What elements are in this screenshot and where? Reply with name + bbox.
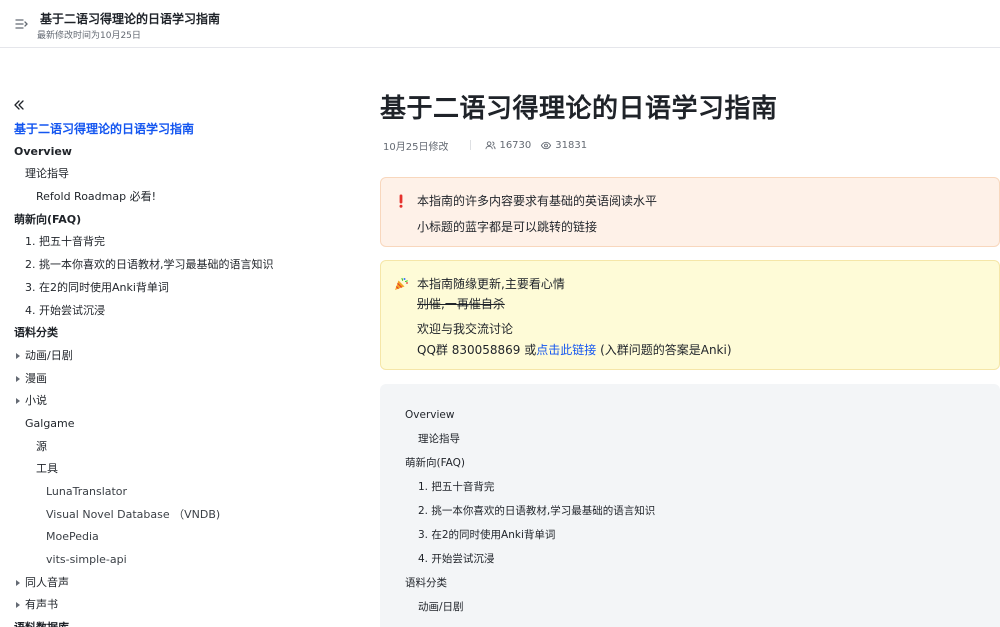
sidebar-item-label: 源 [36,439,47,453]
sidebar-item[interactable]: Galgame [0,413,340,436]
sidebar-item-label: LunaTranslator [46,485,128,498]
qq-group-text: QQ群 830058869 或 [417,343,537,357]
join-question-text: (入群问题的答案是Anki) [596,343,732,357]
sidebar-item-label: 1. 把五十音背完 [25,235,105,249]
sidebar-item[interactable]: LunaTranslator [0,481,340,504]
sidebar-item[interactable]: 2. 挑一本你喜欢的日语教材,学习最基础的语言知识 [0,254,340,277]
content-toc-item[interactable]: 萌新向(FAQ) [405,456,465,470]
sidebar-item-label: vits-simple-api [46,553,127,567]
content-toc-item[interactable]: 4. 开始尝试沉浸 [418,552,494,566]
sidebar-item[interactable]: 小说 [0,390,340,413]
header-modified-time: 最新修改时间为10月25日 [37,31,141,41]
sidebar-item-label: MoePedia [46,530,99,544]
content-toc-block: Overview 理论指导萌新向(FAQ) 1. 把五十音背完 2. 挑一本你喜欢的日… [380,384,1000,627]
sidebar-item[interactable]: Visual Novel Database （VNDB) [0,504,340,527]
content-toc-item[interactable]: 2. 挑一本你喜欢的日语教材,学习最基础的语言知识 [418,504,655,518]
sidebar-item[interactable]: 基于二语习得理论的日语学习指南 [0,118,340,141]
meta-modified: 10月25日修改 [383,141,449,153]
warning-callout: 本指南的许多内容要求有基础的英语阅读水平 小标题的蓝字都是可以跳转的链接 [380,177,1000,247]
sidebar-item[interactable]: 语料分类 [0,322,340,345]
content-toc-item[interactable]: 1. 把五十音背完 [418,480,494,494]
sidebar-item-label: 理论指导 [25,167,69,181]
expand-arrow-icon[interactable] [16,398,20,405]
eye-icon [541,141,552,149]
sidebar-item-label: 有声书 [25,598,58,612]
doc-meta: 10月25日修改 16730 31831 [383,138,596,153]
main-content: 基于二语习得理论的日语学习指南 10月25日修改 16730 31831 本指南… [380,48,1000,627]
party-popper-icon [393,276,409,292]
collapse-sidebar-icon[interactable] [12,97,26,111]
update-line-1: 本指南随缘更新,主要看心情 [417,277,565,291]
sidebar-item-label: Galgame [25,416,75,430]
sidebar-item-label: 同人音声 [25,575,69,589]
readers-count: 16730 [499,139,532,151]
top-header: 基于二语习得理论的日语学习指南 最新修改时间为10月25日 [0,0,1000,48]
exclamation-icon [393,193,409,209]
join-group-link[interactable]: 点击此链接 [536,343,596,357]
warning-line-2: 小标题的蓝字都是可以跳转的链接 [417,220,598,234]
warning-line-1: 本指南的许多内容要求有基础的英语阅读水平 [417,194,658,208]
expand-arrow-icon[interactable] [16,602,20,609]
content-toc-item[interactable]: Overview [405,408,454,422]
sidebar-item-label: 工具 [36,462,58,476]
sidebar-item-label: 2. 挑一本你喜欢的日语教材,学习最基础的语言知识 [25,258,274,272]
update-line-4: QQ群 830058869 或点击此链接 (入群问题的答案是Anki) [417,342,732,358]
sidebar-item-label: 3. 在2的同时使用Anki背单词 [25,280,169,294]
sidebar-item[interactable]: vits-simple-api [0,549,340,572]
update-callout: 本指南随缘更新,主要看心情 别催,一再催自杀 欢迎与我交流讨论 QQ群 8300… [380,260,1000,370]
sidebar-item-label: Overview [14,144,72,158]
sidebar-item-label: 漫画 [25,371,47,385]
views-count: 31831 [555,139,588,151]
menu-expand-icon[interactable] [14,16,30,30]
update-line-3: 欢迎与我交流讨论 [417,322,514,336]
sidebar-outline: 基于二语习得理论的日语学习指南 Overview 理论指导 Refold Roadma… [0,48,340,627]
sidebar-toc-list: 基于二语习得理论的日语学习指南 Overview 理论指导 Refold Roadma… [0,118,340,627]
sidebar-item[interactable]: Overview [0,141,340,164]
page-title: 基于二语习得理论的日语学习指南 [380,94,778,124]
sidebar-item[interactable]: MoePedia [0,526,340,549]
readers-stat[interactable]: 16730 [485,140,531,151]
expand-arrow-icon[interactable] [16,579,20,586]
sidebar-item-label: 4. 开始尝试沉浸 [25,303,105,317]
sidebar-item-label: Visual Novel Database （VNDB) [46,507,221,521]
sidebar-item-label: 萌新向(FAQ) [14,212,82,226]
sidebar-item[interactable]: 同人音声 [0,572,340,595]
sidebar-item-label: 基于二语习得理论的日语学习指南 [14,122,195,136]
sidebar-item-label: 动画/日剧 [25,348,73,362]
sidebar-item[interactable]: Refold Roadmap 必看! [0,186,340,209]
meta-divider [470,140,472,150]
content-toc-item[interactable]: 语料分类 [405,576,447,590]
sidebar-item[interactable]: 语料数据库 [0,617,340,627]
sidebar-item[interactable]: 理论指导 [0,163,340,186]
sidebar-item[interactable]: 4. 开始尝试沉浸 [0,300,340,323]
sidebar-item[interactable]: 漫画 [0,368,340,391]
sidebar-item[interactable]: 工具 [0,458,340,481]
header-doc-title: 基于二语习得理论的日语学习指南 [40,12,221,26]
expand-arrow-icon[interactable] [16,352,20,359]
sidebar-item-label: 语料数据库 [14,617,69,627]
content-toc-item[interactable]: 理论指导 [418,432,460,446]
sidebar-item[interactable]: 萌新向(FAQ) [0,209,340,232]
sidebar-item[interactable]: 动画/日剧 [0,345,340,368]
sidebar-item[interactable]: 3. 在2的同时使用Anki背单词 [0,277,340,300]
views-stat[interactable]: 31831 [540,140,587,151]
sidebar-item[interactable]: 1. 把五十音背完 [0,231,340,254]
content-toc-item[interactable]: 动画/日剧 [418,600,464,614]
expand-arrow-icon[interactable] [16,375,20,382]
sidebar-item[interactable]: 有声书 [0,594,340,617]
sidebar-item-label: Refold Roadmap 必看! [36,190,157,204]
sidebar-item-label: 语料分类 [14,326,58,340]
sidebar-item[interactable]: 源 [0,436,340,459]
readers-icon [485,140,496,149]
content-toc-item[interactable]: 3. 在2的同时使用Anki背单词 [418,528,555,542]
sidebar-item-label: 小说 [25,394,47,408]
update-line-2: 别催,一再催自杀 [417,297,505,311]
